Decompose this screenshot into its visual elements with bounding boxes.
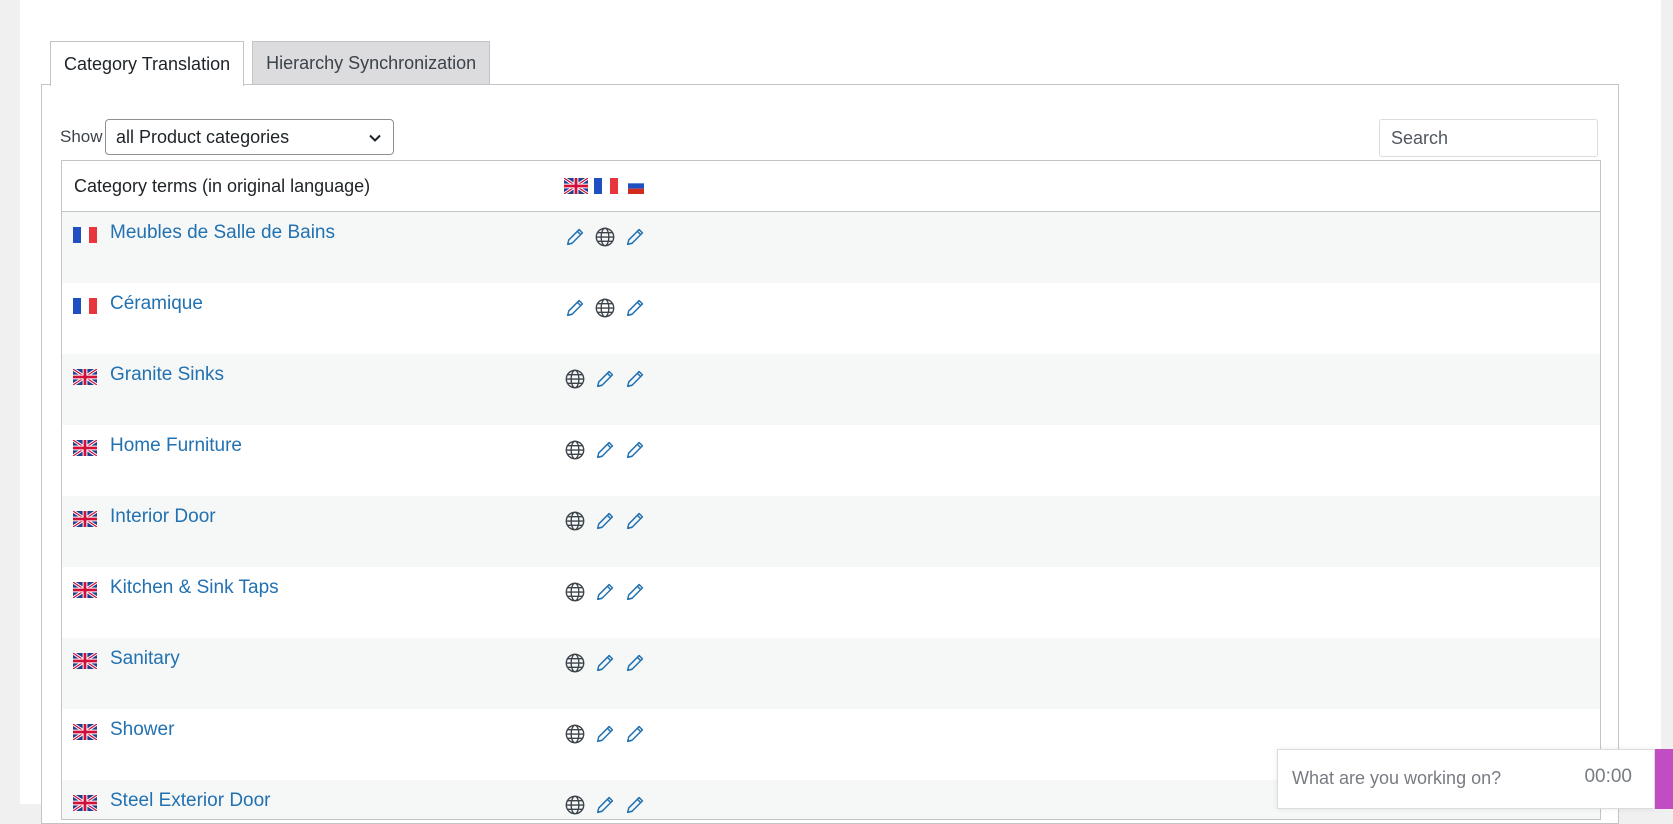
globe-icon[interactable] — [564, 510, 586, 532]
edit-pencil-icon[interactable] — [624, 439, 646, 461]
gb-flag-icon — [73, 653, 97, 669]
translation-actions — [564, 226, 646, 248]
timer-start-tab[interactable] — [1655, 749, 1673, 809]
table-row: Home Furniture — [62, 425, 1600, 496]
translation-actions — [564, 297, 646, 319]
table-row: Granite Sinks — [62, 354, 1600, 425]
edit-pencil-icon[interactable] — [624, 723, 646, 745]
edit-pencil-icon[interactable] — [594, 794, 616, 816]
category-filter-value: all Product categories — [116, 126, 290, 147]
table-row: Kitchen & Sink Taps — [62, 567, 1600, 638]
gb-flag-icon — [564, 178, 588, 194]
edit-pencil-icon[interactable] — [624, 368, 646, 390]
edit-pencil-icon[interactable] — [564, 226, 586, 248]
edit-pencil-icon[interactable] — [594, 510, 616, 532]
edit-pencil-icon[interactable] — [624, 794, 646, 816]
edit-pencil-icon[interactable] — [624, 652, 646, 674]
timer-display: 00:00 — [1584, 766, 1632, 787]
chevron-down-icon — [369, 134, 381, 142]
right-scroll-gutter — [1661, 0, 1673, 804]
category-link[interactable]: Meubles de Salle de Bains — [110, 222, 335, 244]
tab-bar: Category Translation Hierarchy Synchroni… — [50, 41, 498, 86]
category-link[interactable]: Granite Sinks — [110, 364, 224, 386]
globe-icon[interactable] — [564, 368, 586, 390]
category-link[interactable]: Shower — [110, 719, 174, 741]
table-row: Interior Door — [62, 496, 1600, 567]
category-link[interactable]: Kitchen & Sink Taps — [110, 577, 279, 599]
table-header: Category terms (in original language) — [62, 161, 1600, 212]
edit-pencil-icon[interactable] — [624, 510, 646, 532]
category-link[interactable]: Interior Door — [110, 506, 216, 528]
edit-pencil-icon[interactable] — [624, 581, 646, 603]
category-link[interactable]: Home Furniture — [110, 435, 242, 457]
translation-actions — [564, 794, 646, 816]
translation-actions — [564, 439, 646, 461]
tab-category-translation[interactable]: Category Translation — [50, 41, 245, 86]
category-link[interactable]: Sanitary — [110, 648, 180, 670]
fr-flag-icon — [594, 178, 618, 194]
edit-pencil-icon[interactable] — [624, 226, 646, 248]
edit-pencil-icon[interactable] — [594, 723, 616, 745]
translation-actions — [564, 581, 646, 603]
fr-flag-icon — [73, 298, 97, 314]
edit-pencil-icon[interactable] — [594, 581, 616, 603]
gb-flag-icon — [73, 369, 97, 385]
fr-flag-icon — [73, 227, 97, 243]
translation-actions — [564, 652, 646, 674]
category-link[interactable]: Steel Exterior Door — [110, 790, 271, 812]
globe-icon[interactable] — [594, 297, 616, 319]
table-row: Meubles de Salle de Bains — [62, 212, 1600, 283]
column-header-terms: Category terms (in original language) — [74, 176, 371, 196]
edit-pencil-icon[interactable] — [594, 368, 616, 390]
globe-icon[interactable] — [564, 723, 586, 745]
edit-pencil-icon[interactable] — [594, 652, 616, 674]
search-input[interactable] — [1379, 119, 1598, 157]
gb-flag-icon — [73, 795, 97, 811]
language-flags — [564, 178, 648, 194]
ru-flag-icon — [624, 178, 648, 194]
globe-icon[interactable] — [564, 581, 586, 603]
category-link[interactable]: Céramique — [110, 293, 203, 315]
globe-icon[interactable] — [564, 794, 586, 816]
tab-hierarchy-synchronization[interactable]: Hierarchy Synchronization — [252, 41, 491, 85]
globe-icon[interactable] — [564, 439, 586, 461]
edit-pencil-icon[interactable] — [624, 297, 646, 319]
globe-icon[interactable] — [564, 652, 586, 674]
gb-flag-icon — [73, 511, 97, 527]
translation-actions — [564, 510, 646, 532]
show-label: Show — [60, 127, 103, 146]
gb-flag-icon — [73, 724, 97, 740]
edit-pencil-icon[interactable] — [564, 297, 586, 319]
edit-pencil-icon[interactable] — [594, 439, 616, 461]
category-table: Category terms (in original language) Me… — [61, 160, 1601, 820]
task-input-placeholder[interactable]: What are you working on? — [1292, 768, 1501, 789]
globe-icon[interactable] — [594, 226, 616, 248]
category-filter-select[interactable]: all Product categories — [105, 119, 394, 155]
gb-flag-icon — [73, 582, 97, 598]
time-tracker-widget[interactable]: What are you working on? 00:00 — [1277, 749, 1655, 809]
gb-flag-icon — [73, 440, 97, 456]
translation-actions — [564, 368, 646, 390]
table-row: Sanitary — [62, 638, 1600, 709]
table-row: Céramique — [62, 283, 1600, 354]
translation-actions — [564, 723, 646, 745]
